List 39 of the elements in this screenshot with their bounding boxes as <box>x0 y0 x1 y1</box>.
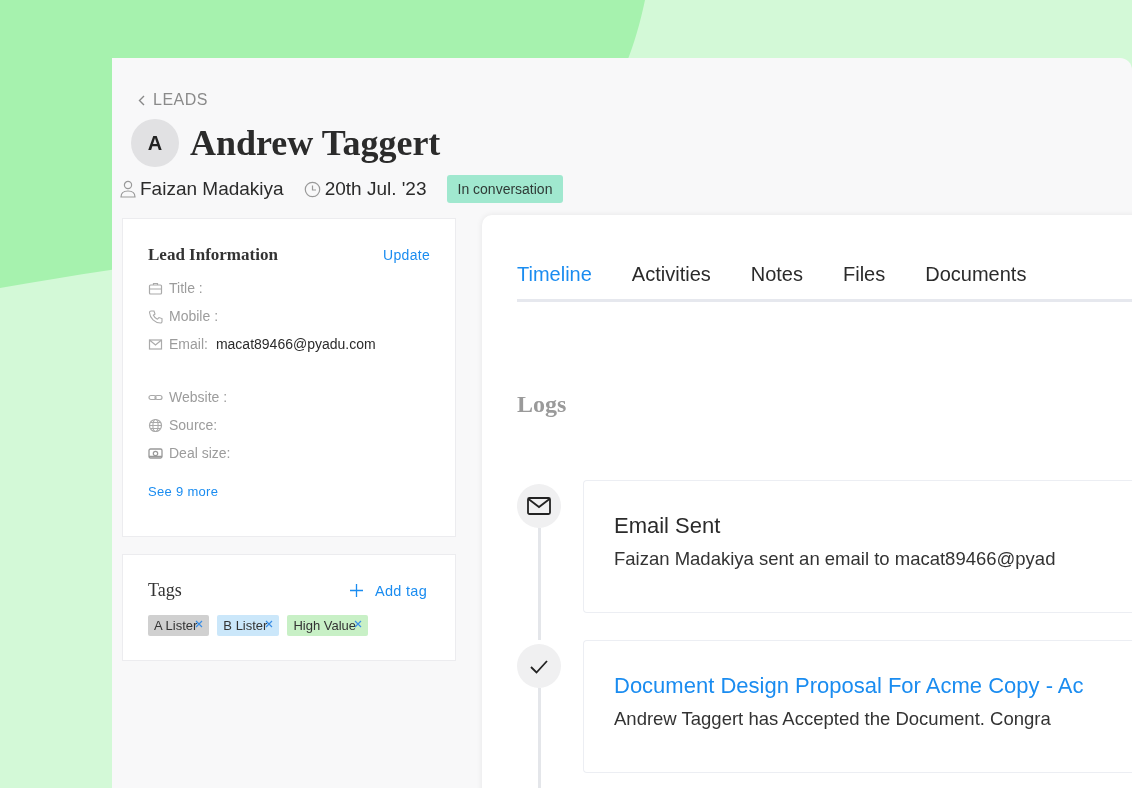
close-icon[interactable] <box>354 620 363 628</box>
field-label: Website : <box>169 389 228 405</box>
envelope-icon <box>148 336 163 352</box>
field-label: Deal size: <box>169 445 231 461</box>
card-title: Lead Information <box>148 245 278 265</box>
globe-icon <box>148 417 163 433</box>
tab[interactable]: Documents <box>925 263 1027 286</box>
card-title: Tags <box>148 580 182 601</box>
plus-icon <box>349 584 363 597</box>
status-badge: In conversation <box>446 175 564 203</box>
field-value: macat89466@pyadu.com <box>215 336 376 352</box>
clock-icon <box>303 180 321 198</box>
section-title: Logs <box>517 391 568 418</box>
update-link[interactable]: Update <box>383 247 430 263</box>
field-label: Title : <box>169 280 203 296</box>
lead-date: 20th Jul. '23 <box>324 178 427 200</box>
tab[interactable]: Activities <box>631 263 711 286</box>
person-icon <box>120 180 136 198</box>
owner-name: Faizan Madakiya <box>140 178 284 200</box>
tab[interactable]: Notes <box>750 263 803 286</box>
field-label: Source: <box>169 417 218 433</box>
tag[interactable]: High Value <box>287 615 369 636</box>
log-title: Email Sent <box>614 513 722 539</box>
chevron-icon <box>138 94 145 106</box>
tag[interactable]: A Lister <box>148 615 210 636</box>
phone-icon <box>148 308 163 324</box>
banknote-icon <box>148 445 163 461</box>
envelope-icon <box>527 496 551 516</box>
lead-name: Andrew Taggert <box>190 122 441 164</box>
field-label: Email: <box>169 336 208 352</box>
tab[interactable]: Files <box>843 263 886 286</box>
briefcase-icon <box>148 280 163 296</box>
add-tag-link[interactable]: Add tag <box>349 582 427 599</box>
log-text: Faizan Madakiya sent an email to macat89466@pyad <box>614 548 1057 570</box>
field-label: Mobile : <box>169 308 219 324</box>
avatar: A <box>131 119 179 167</box>
log-text: Andrew Taggert has Accepted the Document. Congra <box>614 708 1052 730</box>
see-more-link[interactable]: See 9 more <box>148 484 219 499</box>
tag[interactable]: B Lister <box>217 615 280 636</box>
